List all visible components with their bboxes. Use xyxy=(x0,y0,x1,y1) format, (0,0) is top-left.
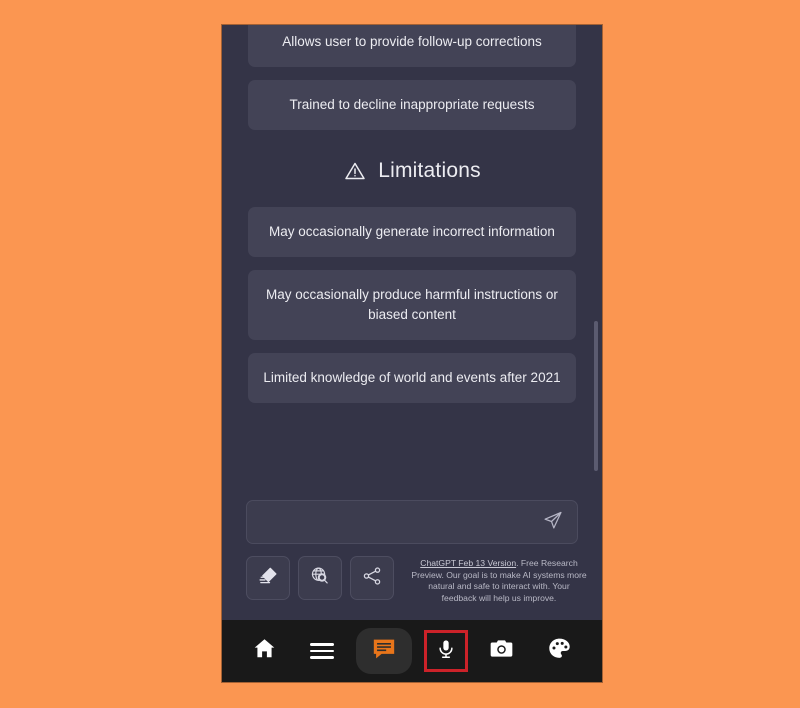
chat-icon xyxy=(371,636,397,667)
nav-item-home[interactable] xyxy=(242,628,288,674)
nav-item-palette[interactable] xyxy=(536,628,582,674)
nav-item-chat[interactable] xyxy=(356,628,413,674)
nav-item-microphone[interactable] xyxy=(423,630,468,672)
tool-button-group xyxy=(246,556,394,600)
composer-area xyxy=(222,492,602,548)
phone-frame: Allows user to provide follow-up correct… xyxy=(222,25,602,682)
eraser-icon xyxy=(257,565,279,592)
nav-item-menu[interactable] xyxy=(299,628,345,674)
capability-card: Trained to decline inappropriate request… xyxy=(248,80,576,130)
globe-search-icon xyxy=(309,565,331,592)
limitations-heading: Limitations xyxy=(248,159,576,183)
disclaimer-text: ChatGPT Feb 13 Version. Free Research Pr… xyxy=(404,556,590,604)
conversation-scroll-area[interactable]: Allows user to provide follow-up correct… xyxy=(222,25,602,492)
footer-row: ChatGPT Feb 13 Version. Free Research Pr… xyxy=(222,548,602,620)
menu-icon xyxy=(309,639,334,662)
limitation-card: Limited knowledge of world and events af… xyxy=(248,353,576,403)
nav-item-camera[interactable] xyxy=(479,628,525,674)
web-search-button[interactable] xyxy=(298,556,342,600)
limitation-card: May occasionally produce harmful instruc… xyxy=(248,270,576,340)
palette-icon xyxy=(547,636,572,666)
limitation-card: May occasionally generate incorrect info… xyxy=(248,207,576,257)
share-button[interactable] xyxy=(350,556,394,600)
share-icon xyxy=(361,565,383,592)
bottom-navigation-bar xyxy=(222,620,602,682)
message-input[interactable] xyxy=(247,501,543,543)
microphone-icon xyxy=(435,638,457,665)
version-link[interactable]: ChatGPT Feb 13 Version xyxy=(420,558,516,568)
warning-triangle-icon xyxy=(343,159,367,183)
camera-icon xyxy=(489,636,514,666)
send-paper-plane-icon[interactable] xyxy=(543,510,563,535)
scrollbar-thumb[interactable] xyxy=(594,321,598,471)
home-icon xyxy=(252,636,277,666)
limitations-heading-label: Limitations xyxy=(378,159,481,182)
clear-conversation-button[interactable] xyxy=(246,556,290,600)
capability-card: Allows user to provide follow-up correct… xyxy=(248,25,576,67)
composer-box[interactable] xyxy=(246,500,578,544)
